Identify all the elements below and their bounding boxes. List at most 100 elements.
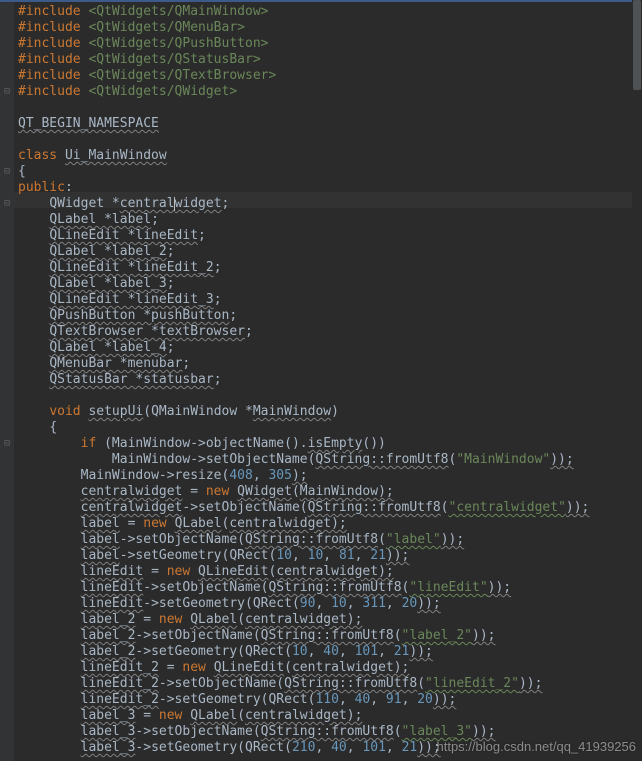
code-line[interactable] xyxy=(18,132,642,148)
gutter-fold-mark[interactable] xyxy=(0,484,14,500)
code-line[interactable]: lineEdit_2->setGeometry(QRect(110, 40, 9… xyxy=(18,692,642,708)
gutter-fold-mark[interactable] xyxy=(0,692,14,708)
code-line[interactable]: MainWindow->setObjectName(QString::fromU… xyxy=(18,452,642,468)
gutter-fold-mark[interactable] xyxy=(0,660,14,676)
code-line[interactable]: label_3->setObjectName(QString::fromUtf8… xyxy=(18,724,642,740)
gutter-fold-mark[interactable] xyxy=(0,308,14,324)
gutter-fold-mark[interactable]: ⊟ xyxy=(0,164,14,180)
code-line[interactable]: lineEdit_2 = new QLineEdit(centralwidget… xyxy=(18,660,642,676)
gutter-fold-mark[interactable] xyxy=(0,212,14,228)
code-token: QPushButton *pushButton xyxy=(49,308,229,323)
gutter-fold-mark[interactable] xyxy=(0,36,14,52)
gutter-fold-mark[interactable] xyxy=(0,676,14,692)
gutter-fold-mark[interactable] xyxy=(0,4,14,20)
gutter-fold-mark[interactable] xyxy=(0,260,14,276)
gutter-fold-mark[interactable] xyxy=(0,564,14,580)
code-line[interactable]: centralwidget->setObjectName(QString::fr… xyxy=(18,500,642,516)
code-line[interactable]: label_2 = new QLabel(centralwidget); xyxy=(18,612,642,628)
code-line[interactable]: #include <QtWidgets/QPushButton> xyxy=(18,36,642,52)
gutter-fold-mark[interactable] xyxy=(0,548,14,564)
code-line[interactable]: label->setObjectName(QString::fromUtf8("… xyxy=(18,532,642,548)
code-line[interactable]: label_3 = new QLabel(centralwidget); xyxy=(18,708,642,724)
gutter-fold-mark[interactable] xyxy=(0,388,14,404)
gutter-fold-mark[interactable]: ⊟ xyxy=(0,436,14,452)
gutter-fold-mark[interactable]: ⊟ xyxy=(0,196,14,212)
code-line[interactable]: label_2->setGeometry(QRect(10, 40, 101, … xyxy=(18,644,642,660)
gutter-fold-mark[interactable] xyxy=(0,180,14,196)
code-line[interactable]: QLineEdit *lineEdit_2; xyxy=(18,260,642,276)
gutter-fold-mark[interactable] xyxy=(0,468,14,484)
code-line[interactable]: QPushButton *pushButton; xyxy=(18,308,642,324)
code-line[interactable]: centralwidget = new QWidget(MainWindow); xyxy=(18,484,642,500)
gutter-fold-mark[interactable] xyxy=(0,372,14,388)
code-line[interactable]: QStatusBar *statusbar; xyxy=(18,372,642,388)
code-line[interactable]: QWidget *centralwidget; xyxy=(18,196,642,212)
code-line[interactable]: QLineEdit *lineEdit_3; xyxy=(18,292,642,308)
gutter-fold-mark[interactable] xyxy=(0,452,14,468)
code-line[interactable]: public: xyxy=(18,180,642,196)
code-line[interactable]: class Ui_MainWindow xyxy=(18,148,642,164)
gutter-fold-mark[interactable] xyxy=(0,596,14,612)
code-line[interactable] xyxy=(18,100,642,116)
gutter-fold-mark[interactable] xyxy=(0,292,14,308)
code-line[interactable] xyxy=(18,388,642,404)
gutter-fold-mark[interactable] xyxy=(0,580,14,596)
code-line[interactable]: lineEdit = new QLineEdit(centralwidget); xyxy=(18,564,642,580)
gutter-fold-mark[interactable] xyxy=(0,612,14,628)
gutter-fold-mark[interactable] xyxy=(0,228,14,244)
code-line[interactable]: #include <QtWidgets/QTextBrowser> xyxy=(18,68,642,84)
code-line[interactable]: QLabel *label_2; xyxy=(18,244,642,260)
code-line[interactable]: QTextBrowser *textBrowser; xyxy=(18,324,642,340)
gutter-fold-mark[interactable] xyxy=(0,532,14,548)
code-area[interactable]: #include <QtWidgets/QMainWindow>#include… xyxy=(14,0,642,761)
code-line[interactable]: #include <QtWidgets/QStatusBar> xyxy=(18,52,642,68)
code-token: 90 xyxy=(300,596,316,611)
gutter-fold-mark[interactable] xyxy=(0,148,14,164)
code-line[interactable]: QLabel *label_4; xyxy=(18,340,642,356)
code-editor[interactable]: ⊟⊟⊟⊟ #include <QtWidgets/QMainWindow>#in… xyxy=(0,0,642,761)
gutter-fold-mark[interactable] xyxy=(0,20,14,36)
gutter-fold-mark[interactable] xyxy=(0,356,14,372)
code-line[interactable]: void setupUi(QMainWindow *MainWindow) xyxy=(18,404,642,420)
gutter-fold-mark[interactable] xyxy=(0,740,14,756)
code-line[interactable]: #include <QtWidgets/QWidget> xyxy=(18,84,642,100)
gutter-fold-mark[interactable] xyxy=(0,516,14,532)
gutter-fold-mark[interactable]: ⊟ xyxy=(0,84,14,100)
code-line[interactable]: MainWindow->resize(408, 305); xyxy=(18,468,642,484)
gutter-fold-mark[interactable] xyxy=(0,132,14,148)
code-line[interactable]: { xyxy=(18,420,642,436)
gutter-fold-mark[interactable] xyxy=(0,100,14,116)
code-line[interactable]: QMenuBar *menubar; xyxy=(18,356,642,372)
gutter-fold-mark[interactable] xyxy=(0,724,14,740)
code-line[interactable]: #include <QtWidgets/QMenuBar> xyxy=(18,20,642,36)
code-line[interactable]: label->setGeometry(QRect(10, 10, 81, 21)… xyxy=(18,548,642,564)
gutter-fold-mark[interactable] xyxy=(0,116,14,132)
code-line[interactable]: lineEdit->setGeometry(QRect(90, 10, 311,… xyxy=(18,596,642,612)
code-line[interactable]: label_2->setObjectName(QString::fromUtf8… xyxy=(18,628,642,644)
code-line[interactable]: QT_BEGIN_NAMESPACE xyxy=(18,116,642,132)
gutter-fold-mark[interactable] xyxy=(0,404,14,420)
gutter-fold-mark[interactable] xyxy=(0,244,14,260)
code-line[interactable]: lineEdit_2->setObjectName(QString::fromU… xyxy=(18,676,642,692)
code-token: #include xyxy=(18,36,88,51)
code-line[interactable]: if (MainWindow->objectName().isEmpty()) xyxy=(18,436,642,452)
code-token: <QtWidgets/QMainWindow> xyxy=(88,4,268,19)
gutter-fold-mark[interactable] xyxy=(0,52,14,68)
gutter-fold-mark[interactable] xyxy=(0,420,14,436)
code-line[interactable]: QLabel *label; xyxy=(18,212,642,228)
code-line[interactable]: { xyxy=(18,164,642,180)
gutter-fold-mark[interactable] xyxy=(0,276,14,292)
gutter-fold-mark[interactable] xyxy=(0,708,14,724)
code-line[interactable]: label = new QLabel(centralwidget); xyxy=(18,516,642,532)
gutter-fold-mark[interactable] xyxy=(0,644,14,660)
code-line[interactable]: QLineEdit *lineEdit; xyxy=(18,228,642,244)
gutter-fold-mark[interactable] xyxy=(0,68,14,84)
gutter-fold-mark[interactable] xyxy=(0,500,14,516)
code-line[interactable]: #include <QtWidgets/QMainWindow> xyxy=(18,4,642,20)
gutter-fold-mark[interactable] xyxy=(0,628,14,644)
code-token: , xyxy=(308,644,324,659)
code-line[interactable]: QLabel *label_3; xyxy=(18,276,642,292)
code-line[interactable]: lineEdit->setObjectName(QString::fromUtf… xyxy=(18,580,642,596)
gutter-fold-mark[interactable] xyxy=(0,340,14,356)
gutter-fold-mark[interactable] xyxy=(0,324,14,340)
